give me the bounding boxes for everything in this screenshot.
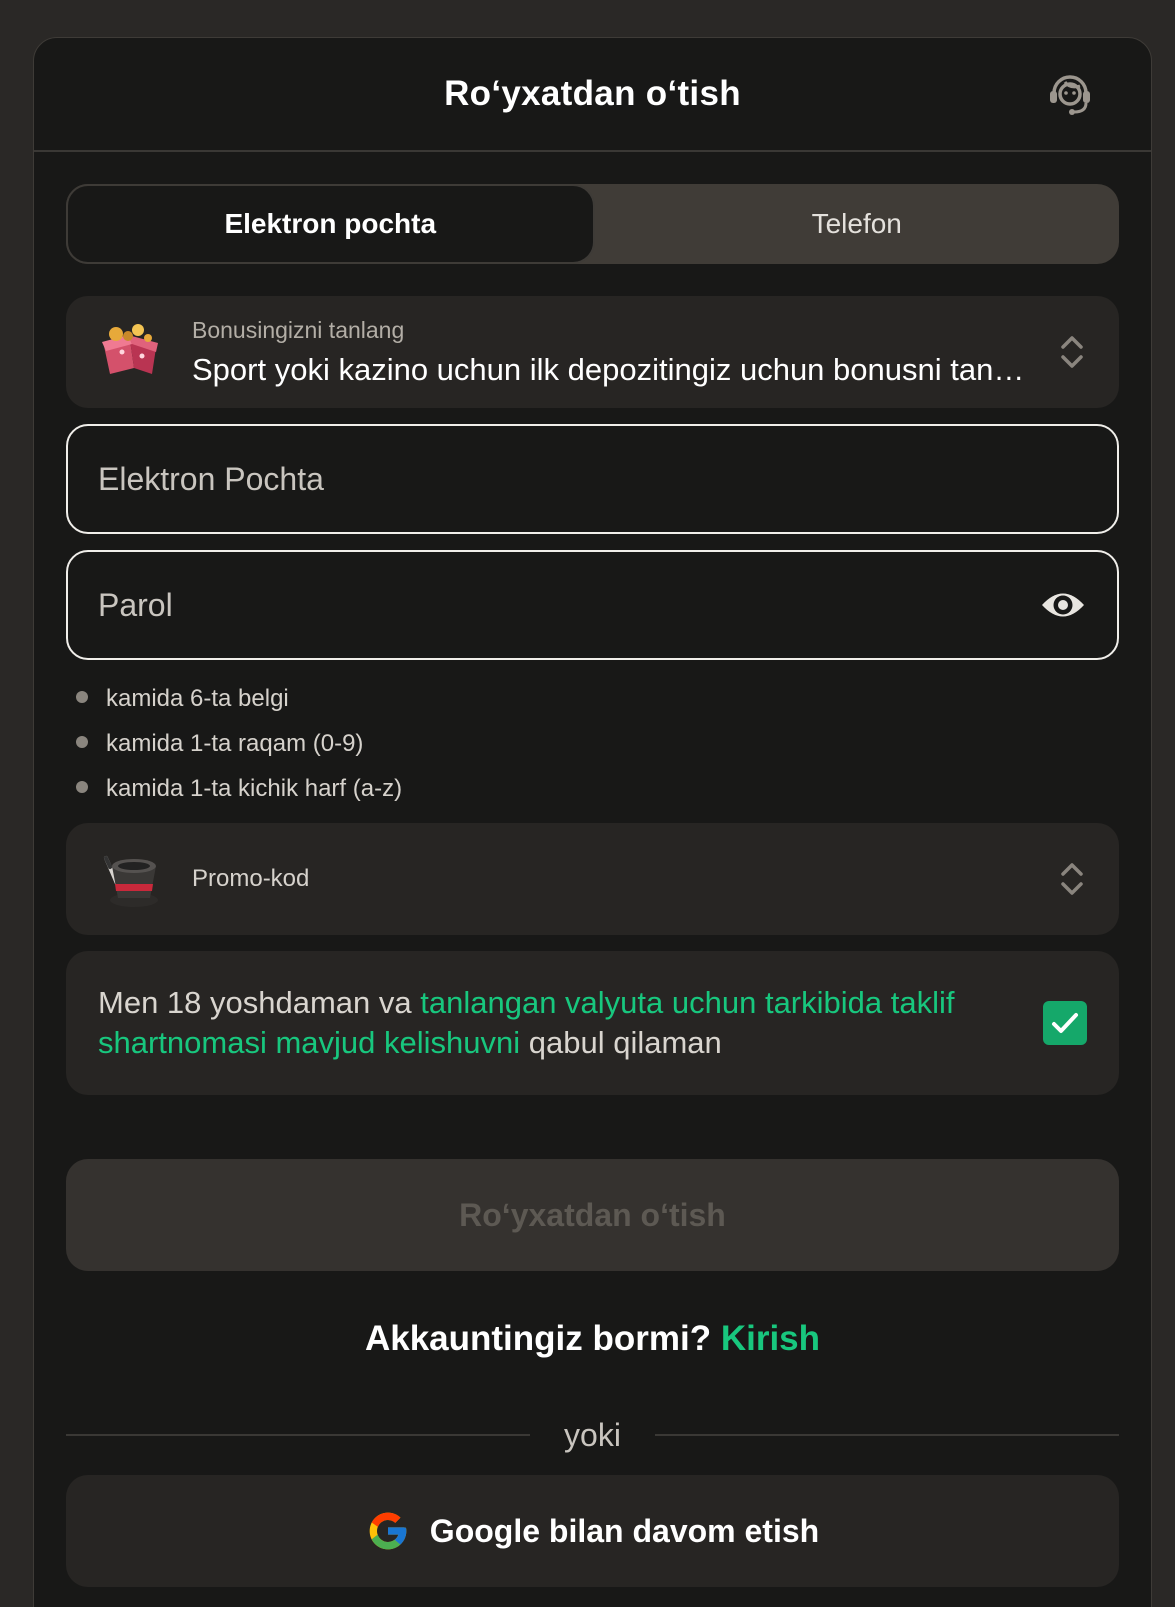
chevron-up-down-icon — [1061, 336, 1083, 368]
login-link[interactable]: Kirish — [721, 1319, 820, 1358]
bullet-icon — [76, 735, 88, 748]
google-button-label: Google bilan davom etish — [429, 1512, 820, 1549]
bullet-icon — [76, 780, 88, 793]
bonus-select-label: Bonusingizni tanlang — [192, 316, 405, 343]
divider-line — [66, 1434, 531, 1436]
eye-icon — [1042, 593, 1084, 617]
divider-line — [654, 1434, 1119, 1436]
terms-agreement: Men 18 yoshdaman va tanlangan valyuta uc… — [66, 951, 1119, 1095]
google-signin-button[interactable]: Google bilan davom etish — [66, 1475, 1119, 1587]
email-field-container — [66, 424, 1119, 534]
toggle-password-visibility-button[interactable] — [1039, 581, 1087, 629]
terms-text-after: qabul qilaman — [520, 1025, 722, 1060]
password-rules: kamida 6-ta belgi kamida 1-ta raqam (0-9… — [66, 676, 1119, 811]
magic-hat-icon — [98, 846, 164, 912]
login-question: Akkauntingiz bormi? — [364, 1319, 721, 1358]
headset-icon — [1050, 75, 1090, 115]
bullet-icon — [76, 690, 88, 703]
register-button[interactable]: Roʻyxatdan oʻtish — [66, 1159, 1119, 1271]
password-field-container — [66, 550, 1119, 660]
or-divider: yoki — [66, 1415, 1119, 1455]
gift-box-icon — [98, 319, 164, 385]
google-icon — [369, 1512, 407, 1550]
modal-header: Roʻyxatdan oʻtish — [34, 38, 1151, 152]
password-rule-text: kamida 6-ta belgi — [106, 684, 289, 712]
divider-text: yoki — [564, 1416, 621, 1453]
password-field[interactable] — [98, 586, 1039, 624]
password-rule-text: kamida 1-ta kichik harf (a-z) — [106, 774, 403, 802]
bonus-select-value: Sport yoki kazino uchun ilk depozitingiz… — [192, 351, 1047, 387]
tab-phone[interactable]: Telefon — [595, 184, 1120, 264]
tab-email[interactable]: Elektron pochta — [66, 184, 595, 264]
login-prompt: Akkauntingiz bormi? Kirish — [66, 1319, 1119, 1359]
checkmark-icon — [1052, 1013, 1078, 1033]
terms-text-before: Men 18 yoshdaman va — [98, 985, 421, 1020]
password-rule: kamida 6-ta belgi — [76, 676, 1119, 721]
password-rule-text: kamida 1-ta raqam (0-9) — [106, 729, 364, 757]
terms-text: Men 18 yoshdaman va tanlangan valyuta uc… — [98, 983, 1019, 1063]
email-field[interactable] — [98, 460, 1087, 498]
chevron-up-down-icon — [1061, 863, 1083, 895]
page-title: Roʻyxatdan oʻtish — [444, 74, 741, 113]
registration-modal: Roʻyxatdan oʻtish Elektron pochta Telefo… — [33, 37, 1152, 1607]
auth-method-tabs: Elektron pochta Telefon — [66, 184, 1119, 264]
password-rule: kamida 1-ta raqam (0-9) — [76, 721, 1119, 766]
terms-checkbox[interactable] — [1043, 1001, 1087, 1045]
promo-code-label: Promo-kod — [192, 865, 310, 892]
password-rule: kamida 1-ta kichik harf (a-z) — [76, 766, 1119, 811]
promo-code-select[interactable]: Promo-kod — [66, 823, 1119, 935]
bonus-select[interactable]: Bonusingizni tanlang Sport yoki kazino u… — [66, 296, 1119, 408]
support-button[interactable] — [1045, 70, 1095, 120]
